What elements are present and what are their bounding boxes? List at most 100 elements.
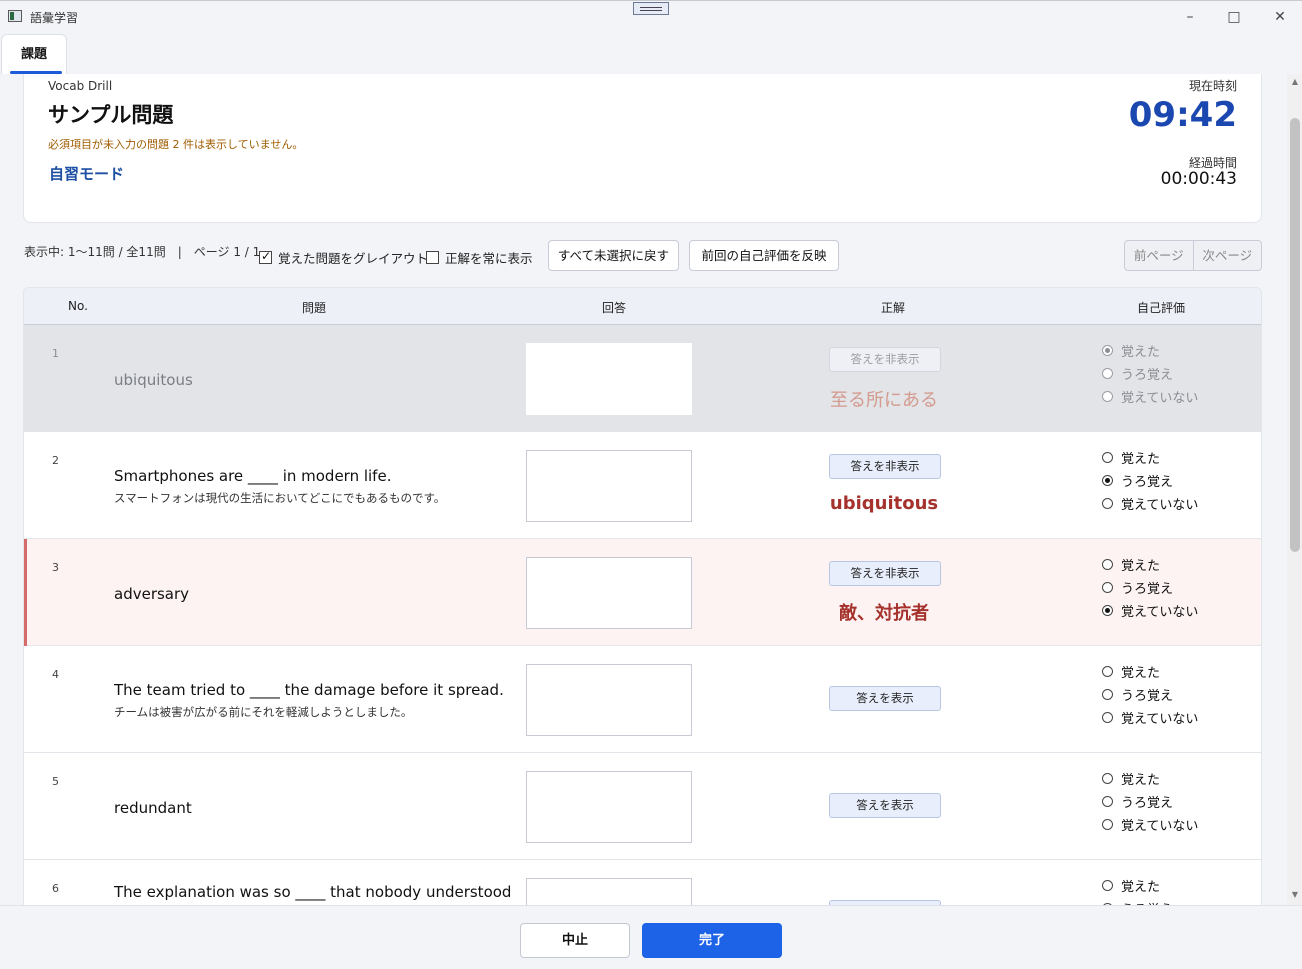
rating-option-vague[interactable]: うろ覚え xyxy=(1102,578,1173,597)
mode-link[interactable]: 自習モード xyxy=(49,163,124,184)
window-title: 語彙学習 xyxy=(30,11,79,25)
scroll-down-arrow-icon[interactable]: ▼ xyxy=(1290,890,1300,900)
rating-option-forgot[interactable]: 覚えていない xyxy=(1102,708,1198,727)
radio-icon[interactable] xyxy=(1102,819,1113,830)
vertical-scrollbar[interactable]: ▲ ▼ xyxy=(1287,74,1302,905)
radio-icon[interactable] xyxy=(1102,368,1113,379)
checkbox-checked-icon[interactable] xyxy=(259,249,272,264)
question-text: adversary xyxy=(114,585,190,603)
toggle-answer-button[interactable]: 答えを非表示 xyxy=(829,561,941,586)
radio-icon[interactable] xyxy=(1102,712,1113,723)
radio-icon[interactable] xyxy=(1102,452,1113,463)
radio-icon[interactable] xyxy=(1102,391,1113,402)
radio-icon[interactable] xyxy=(1102,773,1113,784)
close-icon[interactable]: ✕ xyxy=(1268,7,1292,27)
tab-bar: 課題 xyxy=(0,32,1302,75)
radio-icon[interactable] xyxy=(1102,582,1113,593)
table-row: 6 The explanation was so ____ that nobod… xyxy=(24,860,1261,905)
rating-option-remembered[interactable]: 覚えた xyxy=(1102,555,1160,574)
scrollbar-thumb[interactable] xyxy=(1290,118,1300,552)
radio-selected-icon[interactable] xyxy=(1102,345,1113,356)
rating-option-vague[interactable]: うろ覚え xyxy=(1102,471,1173,490)
rating-label: 覚えた xyxy=(1121,452,1161,467)
pagination: 前ページ 次ページ xyxy=(1124,240,1262,271)
answer-input[interactable] xyxy=(526,771,692,843)
minimize-icon[interactable]: – xyxy=(1178,7,1202,27)
grey-out-checkbox[interactable]: 覚えた問題をグレイアウト xyxy=(259,248,428,267)
display-status: 表示中: 1〜11問 / 全11問 | ページ 1 / 1 xyxy=(24,245,261,259)
column-header-no: No. xyxy=(68,299,88,313)
header-card: Vocab Drill サンプル問題 必須項目が未入力の問題 2 件は表示してい… xyxy=(23,74,1262,223)
elapsed-value: 00:00:43 xyxy=(1160,169,1237,189)
answer-input[interactable] xyxy=(526,557,692,629)
rating-option-remembered[interactable]: 覚えた xyxy=(1102,662,1160,681)
radio-selected-icon[interactable] xyxy=(1102,475,1113,486)
table-row: 2 Smartphones are ____ in modern life. ス… xyxy=(24,432,1261,539)
question-text: The explanation was so ____ that nobody … xyxy=(114,883,512,901)
rating-label: 覚えていない xyxy=(1121,605,1199,620)
rating-label: うろ覚え xyxy=(1121,582,1174,597)
radio-selected-icon[interactable] xyxy=(1102,605,1113,616)
row-number: 3 xyxy=(52,561,59,574)
row-number: 6 xyxy=(52,882,59,895)
rating-label: 覚えた xyxy=(1121,880,1161,895)
rating-option-forgot[interactable]: 覚えていない xyxy=(1102,815,1198,834)
grey-out-label: 覚えた問題をグレイアウト xyxy=(278,251,429,266)
table-row: 5 redundant 答えを表示 覚えた うろ覚え 覚えていない xyxy=(24,753,1261,860)
rating-option-vague[interactable]: うろ覚え xyxy=(1102,685,1173,704)
radio-icon[interactable] xyxy=(1102,666,1113,677)
next-page-button[interactable]: 次ページ xyxy=(1194,241,1262,270)
question-text: ubiquitous xyxy=(114,371,193,389)
tab-assignment[interactable]: 課題 xyxy=(1,34,67,75)
checkbox-unchecked-icon[interactable] xyxy=(426,251,439,264)
question-text: The team tried to ____ the damage before… xyxy=(114,681,504,699)
rating-option-remembered[interactable]: 覚えた xyxy=(1102,876,1160,895)
done-button[interactable]: 完了 xyxy=(642,923,782,958)
show-answer-button[interactable]: 答えを表示 xyxy=(829,686,941,711)
always-show-checkbox[interactable]: 正解を常に表示 xyxy=(426,248,533,267)
maximize-icon[interactable]: □ xyxy=(1222,7,1246,27)
answer-input[interactable] xyxy=(526,878,692,905)
warning-message: 必須項目が未入力の問題 2 件は表示していません。 xyxy=(48,138,304,151)
toggle-answer-button[interactable]: 答えを非表示 xyxy=(829,454,941,479)
rating-label: 覚えた xyxy=(1121,666,1161,681)
radio-icon[interactable] xyxy=(1102,689,1113,700)
rating-option-vague[interactable]: うろ覚え xyxy=(1102,364,1173,383)
apply-previous-rating-button[interactable]: 前回の自己評価を反映 xyxy=(689,240,839,271)
rating-label: 覚えていない xyxy=(1121,819,1199,834)
rating-option-remembered[interactable]: 覚えた xyxy=(1102,448,1160,467)
clock-label: 現在時刻 xyxy=(1188,79,1237,93)
clock-value: 09:42 xyxy=(1128,95,1237,135)
table-row: 4 The team tried to ____ the damage befo… xyxy=(24,646,1261,753)
title-bar: 語彙学習 – □ ✕ xyxy=(0,0,1302,32)
answer-input[interactable] xyxy=(526,664,692,736)
rating-label: 覚えた xyxy=(1121,345,1161,360)
app-icon xyxy=(8,10,22,22)
rating-option-forgot[interactable]: 覚えていない xyxy=(1102,601,1198,620)
toolbar: 表示中: 1〜11問 / 全11問 | ページ 1 / 1 覚えた問題をグレイア… xyxy=(24,240,1262,272)
page-title: サンプル問題 xyxy=(48,103,174,127)
drag-handle-icon[interactable] xyxy=(633,2,669,15)
rating-option-vague[interactable]: うろ覚え xyxy=(1102,792,1173,811)
cancel-button[interactable]: 中止 xyxy=(520,923,630,958)
radio-icon[interactable] xyxy=(1102,796,1113,807)
rating-option-forgot[interactable]: 覚えていない xyxy=(1102,494,1198,513)
radio-icon[interactable] xyxy=(1102,498,1113,509)
rating-option-remembered[interactable]: 覚えた xyxy=(1102,769,1160,788)
rating-option-remembered[interactable]: 覚えた xyxy=(1102,341,1160,360)
rating-label: うろ覚え xyxy=(1121,368,1174,383)
reset-selection-button[interactable]: すべて未選択に戻す xyxy=(548,240,679,271)
rating-label: 覚えた xyxy=(1121,559,1161,574)
answer-input[interactable] xyxy=(526,343,692,415)
scroll-up-arrow-icon[interactable]: ▲ xyxy=(1290,77,1300,87)
question-translation: スマートフォンは現代の生活においてどこにでもあるものです。 xyxy=(114,491,446,505)
radio-icon[interactable] xyxy=(1102,559,1113,570)
prev-page-button[interactable]: 前ページ xyxy=(1125,241,1194,270)
row-number: 2 xyxy=(52,454,59,467)
row-number: 5 xyxy=(52,775,59,788)
answer-input[interactable] xyxy=(526,450,692,522)
radio-icon[interactable] xyxy=(1102,880,1113,891)
toggle-answer-button[interactable]: 答えを非表示 xyxy=(829,347,941,372)
rating-option-forgot[interactable]: 覚えていない xyxy=(1102,387,1198,406)
show-answer-button[interactable]: 答えを表示 xyxy=(829,793,941,818)
